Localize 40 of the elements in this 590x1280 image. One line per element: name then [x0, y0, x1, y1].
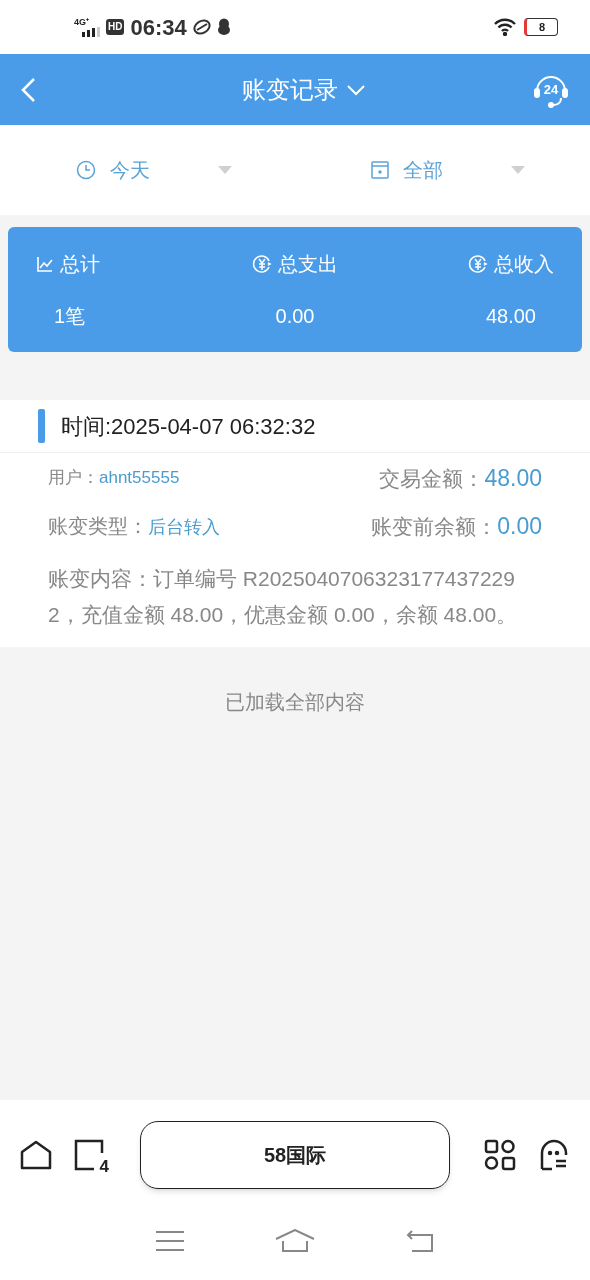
- wifi-icon: [494, 18, 516, 36]
- title-dropdown[interactable]: 账变记录: [242, 71, 366, 108]
- summary-label: 总收入: [494, 252, 554, 277]
- summary-value: 0.00: [275, 304, 315, 329]
- calendar-icon: [371, 160, 389, 180]
- back-icon[interactable]: [20, 76, 36, 103]
- type-label: 账变类型：后台转入: [48, 514, 220, 539]
- clock-time: 06:34: [130, 13, 187, 42]
- hd-badge: HD: [106, 19, 125, 35]
- menu-icon[interactable]: [155, 1230, 184, 1252]
- battery-icon: 8: [524, 18, 558, 36]
- chevron-down-icon: [346, 83, 366, 96]
- summary-label: 总支出: [278, 252, 338, 277]
- balance-before-label: 账变前余额：0.00: [371, 511, 542, 541]
- caret-down-icon: [218, 166, 232, 174]
- network-label: 4G⁺: [74, 17, 89, 27]
- summary-value: 48.00: [485, 304, 536, 329]
- clock-icon: [76, 160, 96, 180]
- address-bar[interactable]: 58国际: [140, 1121, 450, 1189]
- record-time: 时间:2025-04-07 06:32:32: [61, 412, 316, 441]
- penguin-icon: [216, 18, 231, 36]
- ghost-icon[interactable]: [538, 1139, 570, 1171]
- end-of-list-text: 已加载全部内容: [225, 690, 365, 715]
- amount-label: 交易金额：48.00: [379, 463, 542, 493]
- line-chart-icon: [36, 255, 54, 273]
- filter-dropdown[interactable]: 全部: [295, 155, 590, 185]
- record-content: 账变内容：订单编号 R20250407063231774372292，充值金额 48.00，优惠金额 0.00，余额 48.00。: [48, 566, 519, 628]
- yuan-coin-icon: [252, 254, 272, 274]
- accent-bar: [38, 409, 45, 443]
- home-icon[interactable]: [20, 1140, 52, 1170]
- ball-icon: [192, 19, 211, 35]
- user-label: 用户：ahnt55555: [48, 467, 180, 490]
- filter-dropdown[interactable]: 今天: [0, 155, 295, 185]
- yuan-coin-icon: [468, 254, 488, 274]
- summary-value: 1笔: [54, 304, 86, 329]
- grid-icon[interactable]: [484, 1139, 516, 1171]
- caret-down-icon: [511, 166, 525, 174]
- back-icon[interactable]: [406, 1230, 435, 1252]
- summary-label: 总计: [60, 252, 100, 277]
- support-button[interactable]: 24: [532, 70, 570, 109]
